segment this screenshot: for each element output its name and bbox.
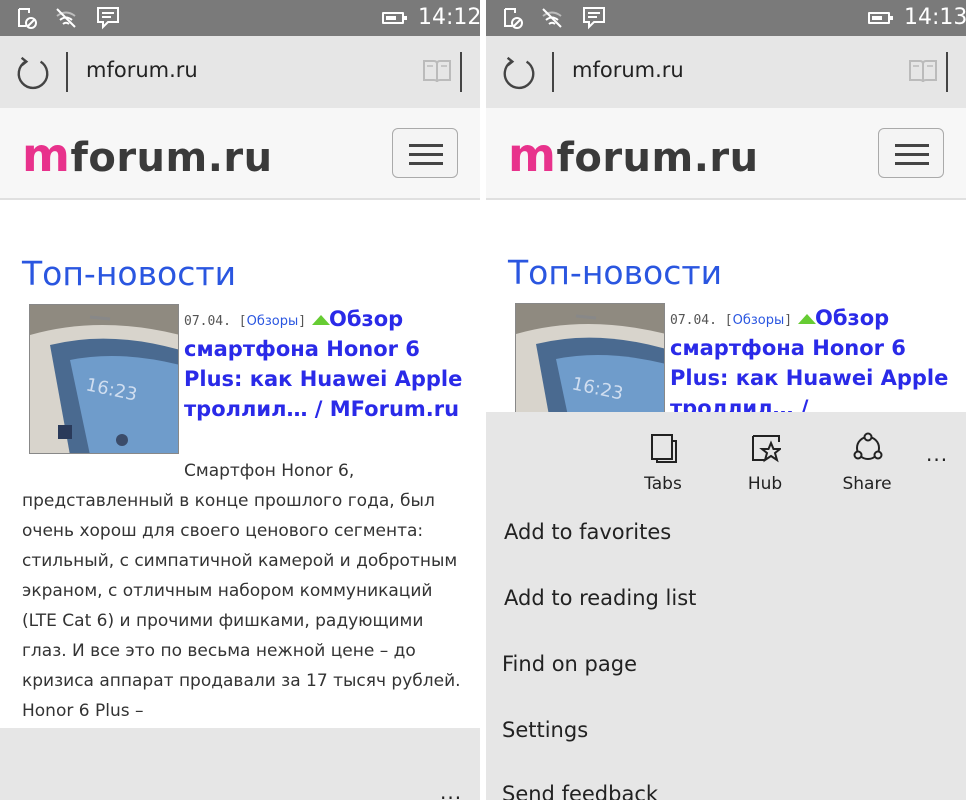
address-bar: mforum.ru <box>0 36 480 108</box>
article-thumbnail[interactable]: 16:23 <box>29 304 179 454</box>
tabs-icon <box>651 434 677 463</box>
battery-icon <box>868 12 893 24</box>
share-icon <box>853 432 883 460</box>
article-meta: 07.04. [Обзоры] <box>670 313 820 328</box>
refresh-icon[interactable] <box>14 54 52 92</box>
url-field[interactable]: mforum.ru <box>572 58 684 82</box>
notification-icon <box>583 7 605 30</box>
reading-view-icon[interactable] <box>908 58 938 84</box>
hub-button[interactable]: Hub <box>725 430 805 500</box>
menu-item-find-on-page[interactable]: Find on page <box>502 652 637 676</box>
site-logo[interactable]: mforum.ru <box>508 128 759 184</box>
url-field[interactable]: mforum.ru <box>86 58 198 82</box>
site-header: mforum.ru <box>486 108 966 200</box>
status-bar: 14:12 <box>0 0 480 36</box>
article-body: Смартфон Honor 6, представленный в конце… <box>22 461 461 721</box>
menu-toggle-button[interactable] <box>392 128 458 178</box>
divider <box>66 52 68 92</box>
battery-icon <box>382 12 407 24</box>
refresh-icon[interactable] <box>500 54 538 92</box>
status-bar: 14:13 <box>486 0 966 36</box>
menu-item-add-to-favorites[interactable]: Add to favorites <box>504 520 671 544</box>
right-phone-screen: 14:13 mforum.ru mforum.ru Топ-новости 16… <box>486 0 966 800</box>
section-title: Топ-новости <box>508 253 723 292</box>
address-bar: mforum.ru <box>486 36 966 108</box>
wifi-icon <box>56 8 76 28</box>
menu-item-settings[interactable]: Settings <box>502 718 588 742</box>
app-bar: ... <box>0 728 480 800</box>
quiet-hours-icon <box>504 8 523 29</box>
divider <box>552 52 554 92</box>
quiet-hours-icon <box>18 8 37 29</box>
more-button[interactable]: ... <box>440 780 462 800</box>
menu-item-add-to-reading-list[interactable]: Add to reading list <box>504 586 696 610</box>
left-phone-screen: 14:12 mforum.ru mforum.ru Топ-новости 16… <box>0 0 480 800</box>
wifi-icon <box>542 8 562 28</box>
category-link[interactable]: Обзоры <box>247 314 299 329</box>
reading-view-icon[interactable] <box>422 58 452 84</box>
section-title: Топ-новости <box>22 254 237 293</box>
notification-icon <box>97 7 119 30</box>
article-meta: 07.04. [Обзоры] <box>184 314 334 329</box>
article-date: 07.04. <box>670 313 717 328</box>
browser-more-menu: Tabs Hub Share ... Add to favorites Add … <box>486 412 966 800</box>
category-link[interactable]: Обзоры <box>733 313 785 328</box>
divider <box>946 52 948 92</box>
divider <box>460 52 462 92</box>
share-button[interactable]: Share <box>827 430 907 500</box>
hub-star-icon <box>752 435 781 463</box>
article-date: 07.04. <box>184 314 231 329</box>
up-arrow-icon <box>312 315 331 325</box>
status-time: 14:12 <box>418 5 480 30</box>
more-button[interactable]: ... <box>926 442 948 466</box>
up-arrow-icon <box>798 314 817 324</box>
status-time: 14:13 <box>904 5 966 30</box>
tabs-button[interactable]: Tabs <box>623 430 703 500</box>
site-header: mforum.ru <box>0 108 480 200</box>
menu-item-send-feedback[interactable]: Send feedback <box>502 782 658 800</box>
site-logo[interactable]: mforum.ru <box>22 128 273 184</box>
menu-quick-actions: Tabs Hub Share ... <box>486 412 966 504</box>
menu-toggle-button[interactable] <box>878 128 944 178</box>
